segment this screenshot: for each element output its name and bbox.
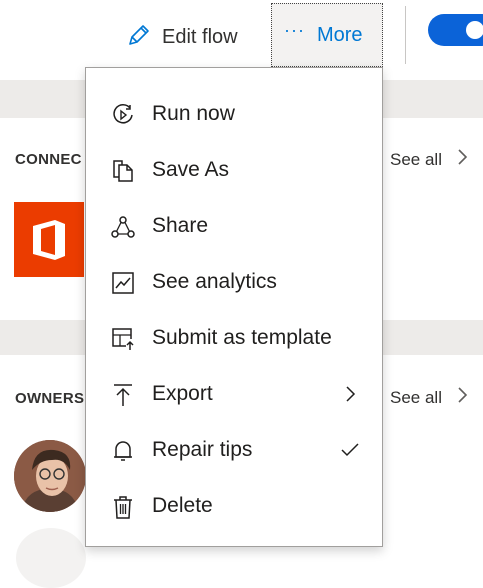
office-connector-icon[interactable]: [14, 202, 84, 277]
connections-heading: CONNEC: [15, 151, 82, 168]
menu-item-label: See analytics: [152, 270, 277, 293]
checkmark-icon: [340, 440, 360, 460]
menu-item-label: Repair tips: [152, 438, 253, 461]
menu-item-share[interactable]: Share: [86, 198, 382, 254]
owners-see-all-link[interactable]: See all: [390, 386, 468, 409]
add-owner-avatar[interactable]: [16, 528, 86, 588]
more-dots-icon: ···: [284, 19, 305, 40]
edit-flow-button[interactable]: Edit flow: [126, 22, 238, 52]
connections-see-all-link[interactable]: See all: [390, 148, 468, 171]
menu-item-run-now[interactable]: Run now: [86, 86, 382, 142]
menu-item-label: Share: [152, 214, 209, 237]
chevron-right-icon: [456, 148, 468, 171]
owners-heading: OWNERS: [15, 390, 85, 407]
menu-item-delete[interactable]: Delete: [86, 478, 382, 534]
more-button[interactable]: ··· More: [271, 3, 383, 67]
menu-item-save-as[interactable]: Save As: [86, 142, 382, 198]
see-all-label: See all: [390, 149, 442, 169]
flow-toggle[interactable]: [428, 14, 483, 46]
export-icon: [110, 382, 136, 408]
template-icon: [110, 326, 136, 352]
toggle-knob: [466, 21, 483, 39]
menu-item-label: Save As: [152, 158, 230, 181]
menu-item-label: Export: [152, 382, 213, 405]
menu-item-label: Delete: [152, 494, 213, 517]
menu-item-label: Submit as template: [152, 326, 332, 349]
chevron-right-icon: [456, 386, 468, 409]
edit-flow-label: Edit flow: [162, 25, 238, 48]
bell-icon: [110, 438, 136, 464]
save-as-icon: [110, 158, 136, 184]
analytics-icon: [110, 270, 136, 296]
menu-item-repair-tips[interactable]: Repair tips: [86, 422, 382, 478]
share-icon: [110, 214, 136, 240]
run-now-icon: [110, 102, 136, 128]
submenu-chevron-icon: [340, 384, 360, 404]
trash-icon: [110, 494, 136, 520]
menu-item-label: Run now: [152, 102, 235, 125]
menu-item-submit-as-template[interactable]: Submit as template: [86, 310, 382, 366]
more-menu: Run now Save As Share See analytics Subm…: [85, 67, 383, 547]
owner-avatar[interactable]: [14, 440, 86, 512]
menu-item-see-analytics[interactable]: See analytics: [86, 254, 382, 310]
see-all-label: See all: [390, 387, 442, 407]
more-label: More: [316, 23, 363, 46]
menu-item-export[interactable]: Export: [86, 366, 382, 422]
pencil-icon: [126, 22, 152, 53]
toolbar-divider: [405, 6, 406, 64]
